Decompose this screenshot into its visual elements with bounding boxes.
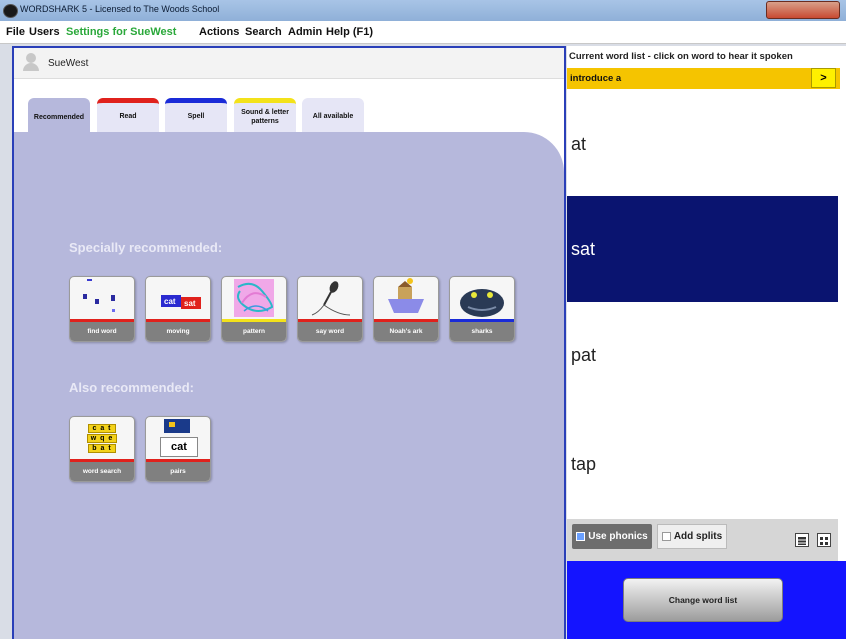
recommended-panel: Specially recommended: find word cat sat… (14, 132, 564, 639)
game-word-search[interactable]: c a t w q e b a t word search (69, 416, 135, 482)
current-list-name: introduce a (570, 73, 622, 84)
game-moving[interactable]: cat sat moving (145, 276, 211, 342)
word-item[interactable]: at (567, 91, 838, 197)
tab-sound-letter-patterns[interactable]: Sound & letter patterns (234, 98, 296, 132)
menu-admin[interactable]: Admin (288, 26, 322, 38)
tab-read[interactable]: Read (97, 98, 159, 132)
also-recommended-heading: Also recommended: (69, 380, 194, 395)
word-search-row: c a t (88, 423, 116, 433)
tab-recommended[interactable]: Recommended (28, 98, 90, 134)
change-list-area: Change word list (567, 561, 846, 639)
menu-bar: File Users Settings for SueWest Actions … (0, 21, 846, 44)
window-title: WORDSHARK 5 - Licensed to The Woods Scho… (20, 4, 220, 14)
menu-users[interactable]: Users (29, 26, 60, 38)
game-pairs[interactable]: cat pairs (145, 416, 211, 482)
game-label: Noah's ark (374, 322, 438, 341)
window-controls[interactable] (766, 1, 840, 19)
menu-file[interactable]: File (6, 26, 25, 38)
specially-recommended-heading: Specially recommended: (69, 240, 223, 255)
game-noahs-ark[interactable]: Noah's ark (373, 276, 439, 342)
tab-spell[interactable]: Spell (165, 98, 227, 132)
list-view-icon[interactable] (795, 533, 809, 547)
add-splits-label: Add splits (673, 531, 723, 542)
moving-word-1: cat (164, 297, 176, 306)
moving-icon: cat sat (161, 295, 201, 309)
game-label: sharks (450, 322, 514, 341)
user-bar: SueWest (14, 48, 564, 79)
microphone-icon (311, 281, 351, 316)
menu-actions[interactable]: Actions (199, 26, 239, 38)
game-sharks[interactable]: sharks (449, 276, 515, 342)
pairs-icon: cat (146, 417, 210, 459)
game-find-word[interactable]: find word (69, 276, 135, 342)
use-phonics-toggle[interactable]: Use phonics (572, 524, 652, 549)
word-list-pane: Current word list - click on word to hea… (567, 46, 846, 639)
find-word-icon (83, 279, 115, 312)
word-search-icon: c a t w q e b a t (70, 417, 134, 459)
game-label: moving (146, 322, 210, 341)
title-bar: WORDSHARK 5 - Licensed to The Woods Scho… (0, 0, 846, 21)
current-list-bar: introduce a (567, 68, 840, 89)
shark-icon (460, 289, 504, 317)
game-label: find word (70, 322, 134, 341)
menu-help[interactable]: Help (F1) (326, 26, 373, 38)
grid-view-icon[interactable] (817, 533, 831, 547)
change-word-list-button[interactable]: Change word list (623, 578, 783, 622)
game-label: pattern (222, 322, 286, 341)
game-say-word[interactable]: say word (297, 276, 363, 342)
game-label: word search (70, 462, 134, 481)
menu-search[interactable]: Search (245, 26, 282, 38)
menu-settings[interactable]: Settings for SueWest (66, 26, 176, 38)
use-phonics-label: Use phonics (588, 531, 648, 542)
word-item[interactable]: tap (567, 411, 838, 517)
games-pane: SueWest Recommended Read Spell Sound & l… (12, 46, 566, 639)
game-label: say word (298, 322, 362, 341)
moving-word-2: sat (184, 299, 196, 308)
pattern-icon (234, 279, 274, 317)
user-name: SueWest (48, 58, 89, 69)
game-label: pairs (146, 462, 210, 481)
avatar (23, 53, 39, 71)
checkbox-icon (661, 532, 671, 541)
tab-all-available[interactable]: All available (302, 98, 364, 132)
app-icon (3, 4, 18, 18)
word-item[interactable]: pat (567, 302, 838, 408)
add-splits-toggle[interactable]: Add splits (657, 524, 727, 549)
game-pattern[interactable]: pattern (221, 276, 287, 342)
word-search-row: b a t (88, 443, 116, 453)
ark-icon (388, 278, 424, 313)
word-options-bar: Use phonics Add splits (567, 519, 838, 561)
checkbox-icon (576, 532, 586, 541)
word-list-header: Current word list - click on word to hea… (569, 51, 793, 62)
next-list-button[interactable]: > (811, 68, 836, 88)
word-item-selected[interactable]: sat (567, 196, 838, 302)
pairs-word: cat (160, 437, 198, 457)
word-search-row: w q e (86, 433, 118, 443)
